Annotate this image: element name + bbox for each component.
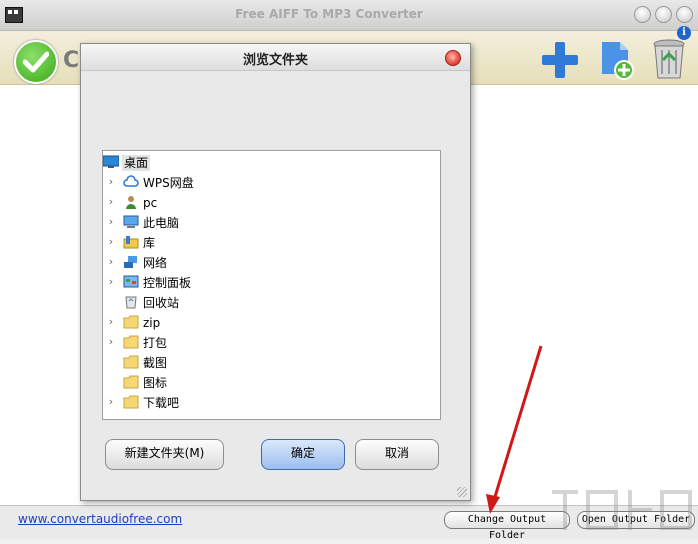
user-icon (123, 195, 139, 209)
resize-grip[interactable] (457, 487, 467, 497)
tree-item-label: 截图 (143, 356, 168, 370)
tree-item[interactable]: › 库 (103, 233, 438, 253)
chevron-right-icon[interactable]: › (106, 216, 116, 228)
tree-item[interactable]: › 控制面板 (103, 273, 438, 293)
tree-item[interactable]: › 此电脑 (103, 213, 438, 233)
tree-item-label: 控制面板 (143, 276, 192, 290)
desktop-icon (102, 155, 120, 169)
tree-item[interactable]: 桌面 (102, 153, 438, 173)
tree-item-label: zip (143, 316, 161, 330)
chevron-right-icon[interactable]: › (106, 256, 116, 268)
chevron-right-icon[interactable]: › (106, 176, 116, 188)
tree-item[interactable]: 回收站 (103, 293, 438, 313)
recycle-bin-icon (123, 295, 139, 309)
tree-item-label: 桌面 (122, 155, 151, 171)
tree-item-label: WPS网盘 (143, 176, 194, 190)
tree-item-label: 网络 (143, 256, 168, 270)
folder-tree[interactable]: 桌面 › WPS网盘 › pc › 此电脑 › 库 › 网络 › 控制面板 回收站 › zip › 打包 截图 图标 ›… (102, 150, 441, 420)
dialog-title: 浏览文件夹 (242, 53, 308, 68)
folder-icon (123, 355, 139, 369)
tree-item[interactable]: › pc (103, 193, 438, 213)
cancel-button[interactable]: 取消 (355, 439, 439, 470)
folder-icon (123, 395, 139, 409)
tree-item-label: 下载吧 (143, 396, 180, 410)
tree-item[interactable]: › zip (103, 313, 438, 333)
dialog-close-button[interactable] (445, 50, 461, 66)
browse-folder-dialog: 浏览文件夹 桌面 › WPS网盘 › pc › 此电脑 › 库 › 网络 › 控制面板 回收站 › zip › 打… (80, 43, 471, 501)
folder-icon (123, 375, 139, 389)
folder-icon (123, 335, 139, 349)
chevron-right-icon[interactable]: › (106, 276, 116, 288)
tree-item[interactable]: 截图 (103, 353, 438, 373)
tree-item[interactable]: 图标 (103, 373, 438, 393)
tree-item-label: pc (143, 196, 158, 210)
chevron-right-icon[interactable]: › (106, 336, 116, 348)
tree-item-label: 回收站 (143, 296, 180, 310)
tree-item[interactable]: › 网络 (103, 253, 438, 273)
tree-item[interactable]: › 打包 (103, 333, 438, 353)
chevron-right-icon[interactable]: › (106, 196, 116, 208)
folder-icon (123, 315, 139, 329)
tree-item-label: 此电脑 (143, 216, 180, 230)
tree-item-label: 库 (143, 236, 156, 250)
chevron-right-icon[interactable]: › (106, 316, 116, 328)
ok-button[interactable]: 确定 (261, 439, 345, 470)
chevron-right-icon[interactable]: › (106, 396, 116, 408)
tree-item[interactable]: › WPS网盘 (103, 173, 438, 193)
tree-item-label: 图标 (143, 376, 168, 390)
new-folder-button[interactable]: 新建文件夹(M) (105, 439, 224, 470)
tree-item[interactable]: › 下载吧 (103, 393, 438, 413)
network-icon (123, 255, 139, 269)
cloud-icon (123, 175, 139, 189)
chevron-right-icon[interactable]: › (106, 236, 116, 248)
tree-item-label: 打包 (143, 336, 168, 350)
control-panel-icon (123, 275, 139, 289)
library-icon (123, 235, 139, 249)
dialog-title-bar: 浏览文件夹 (81, 44, 470, 71)
computer-icon (123, 215, 139, 229)
